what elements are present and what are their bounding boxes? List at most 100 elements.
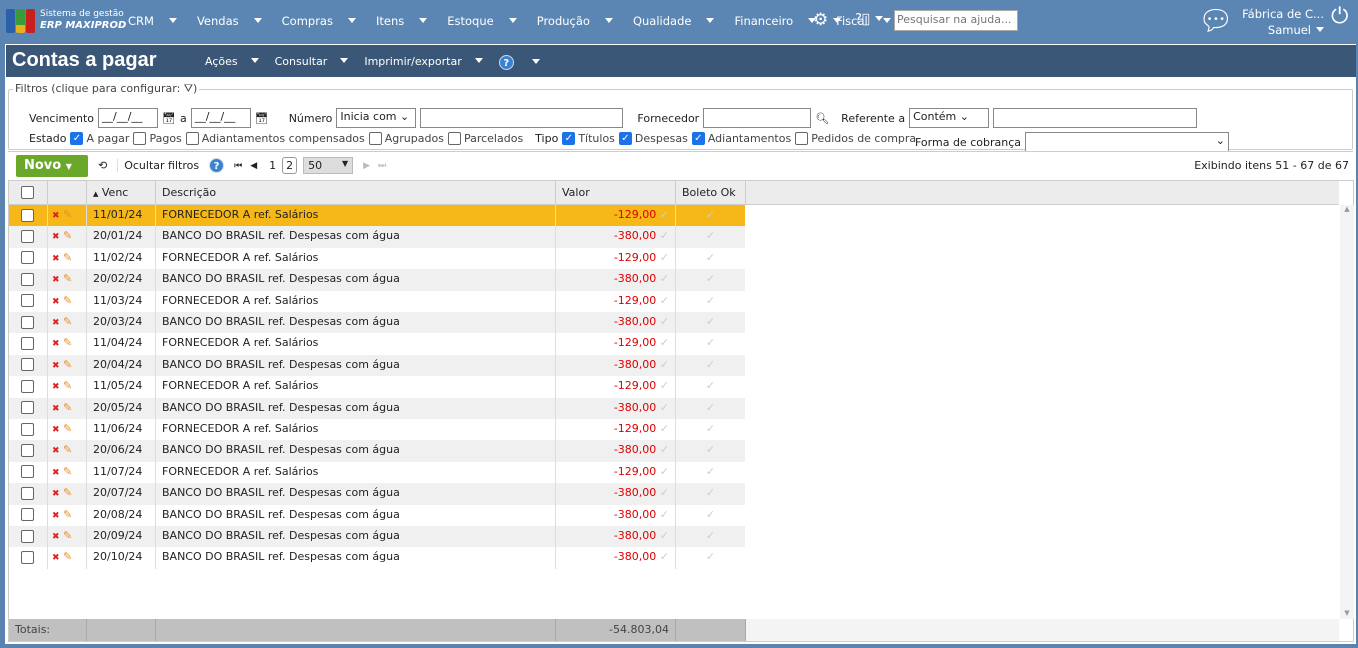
- edit-icon[interactable]: ✎: [60, 401, 72, 414]
- chat-icon[interactable]: 💬︎: [1198, 4, 1234, 37]
- numero-mode-select[interactable]: Inicia com ⌄: [336, 108, 417, 128]
- user-menu[interactable]: Fábrica de C... Samuel: [1240, 6, 1324, 38]
- row-checkbox[interactable]: [21, 486, 34, 500]
- prev-page-icon[interactable]: ◀: [250, 161, 257, 171]
- col-boleto[interactable]: Boleto Ok: [675, 181, 745, 204]
- delete-icon[interactable]: ✖: [52, 361, 60, 371]
- page-menu-item[interactable]: Consultar: [275, 55, 357, 70]
- help-icon[interactable]: ?: [498, 55, 514, 70]
- delete-icon[interactable]: ✖: [52, 404, 60, 414]
- novo-button[interactable]: Novo ▼: [16, 154, 88, 177]
- edit-icon[interactable]: ✎: [60, 443, 72, 456]
- filter-option[interactable]: Agrupados: [368, 132, 444, 145]
- menu-compras[interactable]: Compras: [282, 14, 366, 28]
- filter-option[interactable]: Pagos: [133, 132, 182, 145]
- boleto-ok-cell[interactable]: ✓: [675, 483, 745, 505]
- row-checkbox[interactable]: [21, 422, 34, 436]
- delete-icon[interactable]: ✖: [52, 425, 60, 435]
- row-select[interactable]: [9, 398, 47, 419]
- row-select[interactable]: [9, 333, 47, 354]
- table-row[interactable]: ✖ ✎ 11/04/24 FORNECEDOR A ref. Salários -12…: [9, 333, 745, 355]
- row-checkbox[interactable]: [21, 550, 34, 564]
- boleto-ok-cell[interactable]: ✓: [675, 354, 745, 377]
- row-select[interactable]: [9, 269, 47, 290]
- row-select[interactable]: [9, 226, 47, 247]
- edit-icon[interactable]: ✎: [60, 358, 72, 371]
- boleto-ok-cell[interactable]: ✓: [675, 526, 745, 548]
- filter-option[interactable]: ✓ Despesas: [618, 132, 688, 145]
- table-row[interactable]: ✖ ✎ 11/06/24 FORNECEDOR A ref. Salários -12…: [9, 419, 745, 441]
- row-checkbox[interactable]: [21, 465, 34, 479]
- calendar-icon[interactable]: 📅︎: [255, 112, 269, 125]
- boleto-ok-cell[interactable]: ✓: [675, 290, 745, 312]
- row-checkbox[interactable]: [21, 379, 34, 393]
- filter-option[interactable]: ✓ A pagar: [70, 132, 129, 145]
- row-select[interactable]: [9, 440, 47, 461]
- page-menu-item[interactable]: Imprimir/exportar: [364, 55, 490, 70]
- edit-icon[interactable]: ✎: [60, 315, 72, 328]
- menu-estoque[interactable]: Estoque: [447, 14, 526, 28]
- edit-icon[interactable]: ✎: [60, 251, 72, 264]
- row-checkbox[interactable]: [21, 208, 34, 222]
- delete-icon[interactable]: ✖: [52, 468, 60, 478]
- fornecedor-input[interactable]: [703, 108, 812, 128]
- checkbox[interactable]: ✓: [70, 132, 84, 145]
- table-row[interactable]: ✖ ✎ 11/05/24 FORNECEDOR A ref. Salários -12…: [9, 376, 745, 398]
- table-row[interactable]: ✖ ✎ 20/04/24 BANCO DO BRASIL ref. Despesas…: [9, 354, 745, 377]
- delete-icon[interactable]: ✖: [52, 339, 60, 349]
- numero-input[interactable]: [420, 108, 624, 128]
- search-icon[interactable]: 🔍︎: [815, 112, 829, 125]
- first-page-icon[interactable]: ⏮: [234, 161, 242, 171]
- col-venc[interactable]: ▲ Venc: [86, 181, 155, 204]
- edit-icon[interactable]: ✎: [60, 529, 72, 542]
- edit-icon[interactable]: ✎: [60, 208, 72, 221]
- checkbox[interactable]: ✓: [691, 132, 705, 145]
- table-row[interactable]: ✖ ✎ 20/08/24 BANCO DO BRASIL ref. Despesas…: [9, 504, 745, 526]
- filter-icon[interactable]: ⛛: [184, 82, 193, 95]
- boleto-ok-cell[interactable]: ✓: [675, 333, 745, 355]
- boleto-ok-cell[interactable]: ✓: [675, 247, 745, 270]
- refresh-icon[interactable]: ⟲: [98, 159, 107, 172]
- forma-cobranca-select[interactable]: ⌄: [1024, 132, 1229, 152]
- table-row[interactable]: ✖ ✎ 20/02/24 BANCO DO BRASIL ref. Despesas…: [9, 269, 745, 291]
- filter-option[interactable]: ✓ Títulos: [562, 132, 615, 145]
- row-select[interactable]: [9, 248, 47, 269]
- scrollbar[interactable]: ▲ ▼: [1340, 205, 1354, 619]
- boleto-ok-cell[interactable]: ✓: [675, 461, 745, 484]
- edit-icon[interactable]: ✎: [60, 550, 72, 563]
- delete-icon[interactable]: ✖: [52, 532, 60, 542]
- row-checkbox[interactable]: [21, 251, 34, 265]
- help-menu-icon[interactable]: ?⃝: [855, 12, 883, 27]
- filter-option[interactable]: Parcelados: [447, 132, 523, 145]
- venc-to-input[interactable]: __/__/__: [190, 108, 251, 128]
- row-select[interactable]: [9, 526, 47, 547]
- next-page-icon[interactable]: ▶: [363, 161, 370, 171]
- edit-icon[interactable]: ✎: [60, 465, 72, 478]
- row-checkbox[interactable]: [21, 508, 34, 522]
- edit-icon[interactable]: ✎: [60, 272, 72, 285]
- boleto-ok-cell[interactable]: ✓: [675, 397, 745, 419]
- row-select[interactable]: [9, 291, 47, 312]
- row-checkbox[interactable]: [21, 443, 34, 457]
- venc-from-input[interactable]: __/__/__: [98, 108, 159, 128]
- row-checkbox[interactable]: [21, 272, 34, 286]
- page-2[interactable]: 2: [282, 157, 298, 174]
- delete-icon[interactable]: ✖: [52, 275, 60, 285]
- edit-icon[interactable]: ✎: [60, 508, 72, 521]
- delete-icon[interactable]: ✖: [52, 254, 60, 264]
- table-row[interactable]: ✖ ✎ 20/09/24 BANCO DO BRASIL ref. Despesas…: [9, 526, 745, 548]
- boleto-ok-cell[interactable]: ✓: [675, 226, 745, 248]
- col-valor[interactable]: Valor: [555, 181, 675, 204]
- table-row[interactable]: ✖ ✎ 11/02/24 FORNECEDOR A ref. Salários -12…: [9, 247, 745, 270]
- row-checkbox[interactable]: [21, 529, 34, 543]
- page-menu-item[interactable]: Ações: [205, 55, 267, 70]
- row-checkbox[interactable]: [21, 315, 34, 329]
- boleto-ok-cell[interactable]: ✓: [675, 419, 745, 441]
- boleto-ok-cell[interactable]: ✓: [675, 440, 745, 462]
- boleto-ok-cell[interactable]: ✓: [675, 504, 745, 526]
- delete-icon[interactable]: ✖: [52, 446, 60, 456]
- delete-icon[interactable]: ✖: [52, 553, 60, 563]
- help-icon[interactable]: ?: [209, 158, 225, 173]
- row-select[interactable]: [9, 483, 47, 504]
- last-page-icon[interactable]: ⏭: [378, 161, 386, 171]
